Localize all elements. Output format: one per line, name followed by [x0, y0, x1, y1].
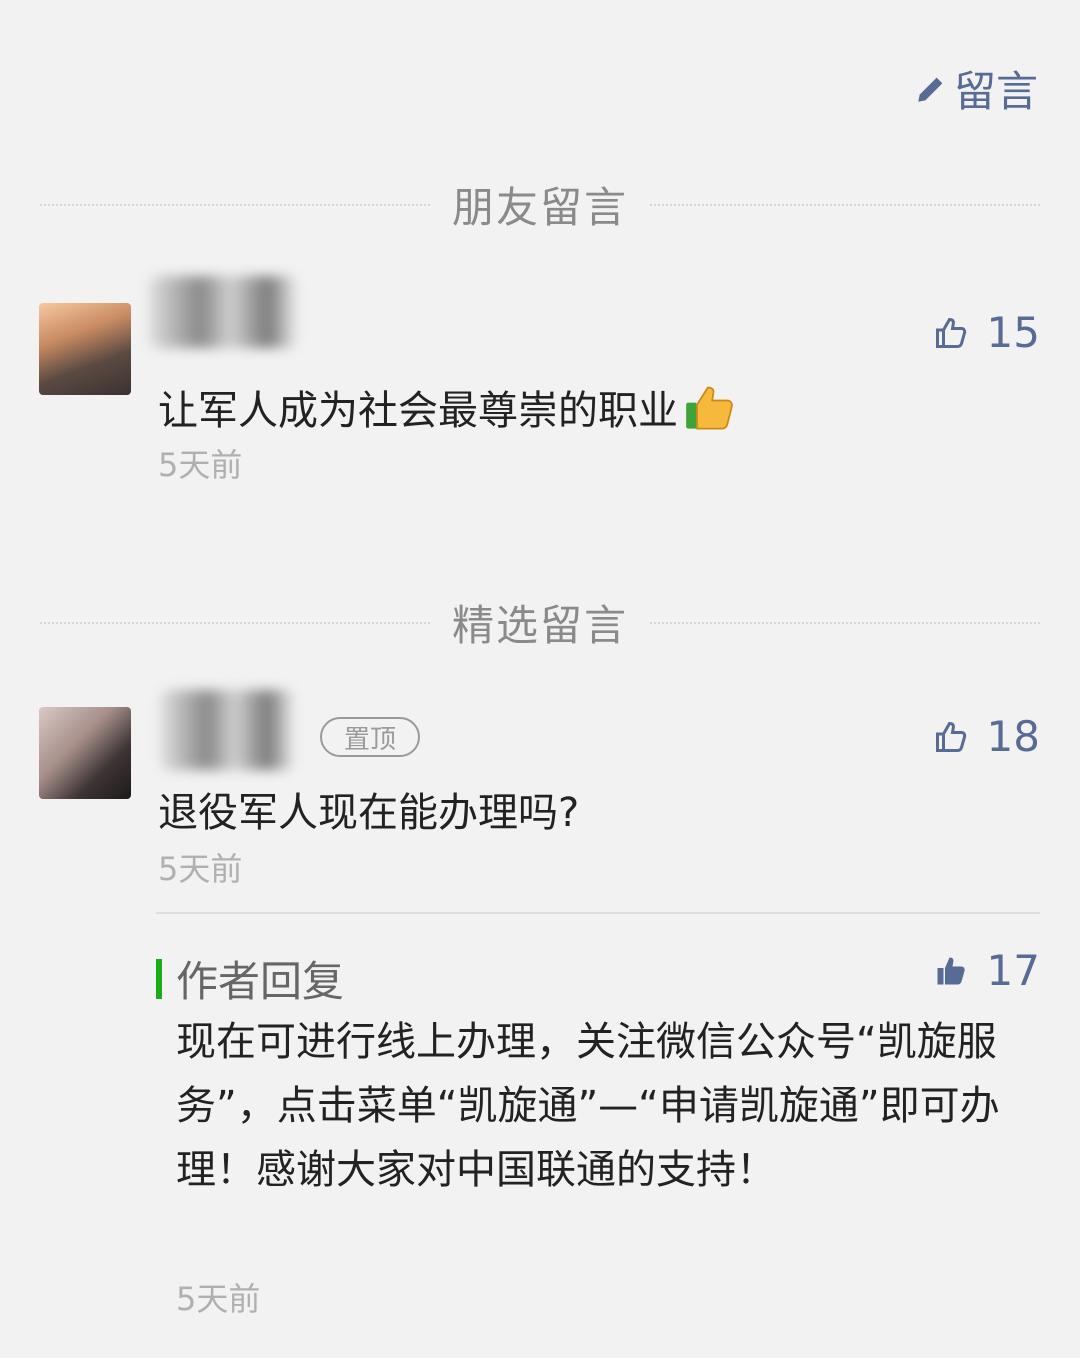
author-reply-label: 作者回复: [176, 957, 345, 1006]
like-count: 18: [986, 712, 1040, 761]
divider-line: [40, 621, 430, 624]
like-button[interactable]: 18: [933, 712, 1040, 761]
divider-line: [650, 203, 1041, 206]
nickname-redacted: [160, 690, 295, 770]
like-button[interactable]: 15: [933, 308, 1040, 357]
thumbs-up-emoji: [686, 386, 733, 430]
write-comment-label: 留言: [953, 67, 1038, 116]
reply-like-button[interactable]: 17: [933, 946, 1040, 995]
divider-line: [650, 621, 1041, 624]
author-reply-header: 作者回复: [156, 948, 344, 1009]
friends-section-label: 朋友留言: [452, 183, 629, 232]
avatar[interactable]: [39, 707, 131, 799]
reply-time: 5天前: [176, 1280, 261, 1318]
pencil-icon: [918, 77, 943, 102]
like-count: 17: [986, 946, 1040, 995]
comment-text: 退役军人现在能办理吗?: [158, 780, 579, 838]
pinned-badge: 置顶: [320, 717, 420, 757]
comment-body: 退役军人现在能办理吗?: [158, 790, 580, 836]
thumbs-up-filled-icon: [937, 957, 965, 984]
comments-page: 留言 朋友留言 15 让军人成为社会最尊崇的职业 5天前 精选留言 置顶 18: [0, 0, 1080, 1358]
like-count: 15: [986, 308, 1040, 357]
write-comment-button[interactable]: 留言: [914, 58, 1038, 119]
divider-line: [40, 203, 430, 206]
thumbs-up-outline-icon: [935, 721, 966, 752]
friends-section-title: 朋友留言: [40, 174, 1041, 235]
featured-section-title: 精选留言: [40, 592, 1041, 653]
comment-text: 让军人成为社会最尊崇的职业: [158, 378, 736, 436]
nickname-redacted: [148, 276, 298, 348]
comment-time: 5天前: [158, 446, 243, 484]
thumbs-up-outline-icon: [935, 317, 966, 348]
avatar[interactable]: [39, 303, 131, 395]
comment-body: 让军人成为社会最尊崇的职业: [158, 388, 678, 434]
featured-section-label: 精选留言: [452, 601, 629, 650]
author-reply-text: 现在可进行线上办理，关注微信公众号“凯旋服务”，点击菜单“凯旋通”—“申请凯旋通…: [176, 1019, 1000, 1193]
reply-accent-bar: [156, 958, 162, 999]
comment-time: 5天前: [158, 850, 243, 888]
reply-divider: [156, 912, 1040, 914]
